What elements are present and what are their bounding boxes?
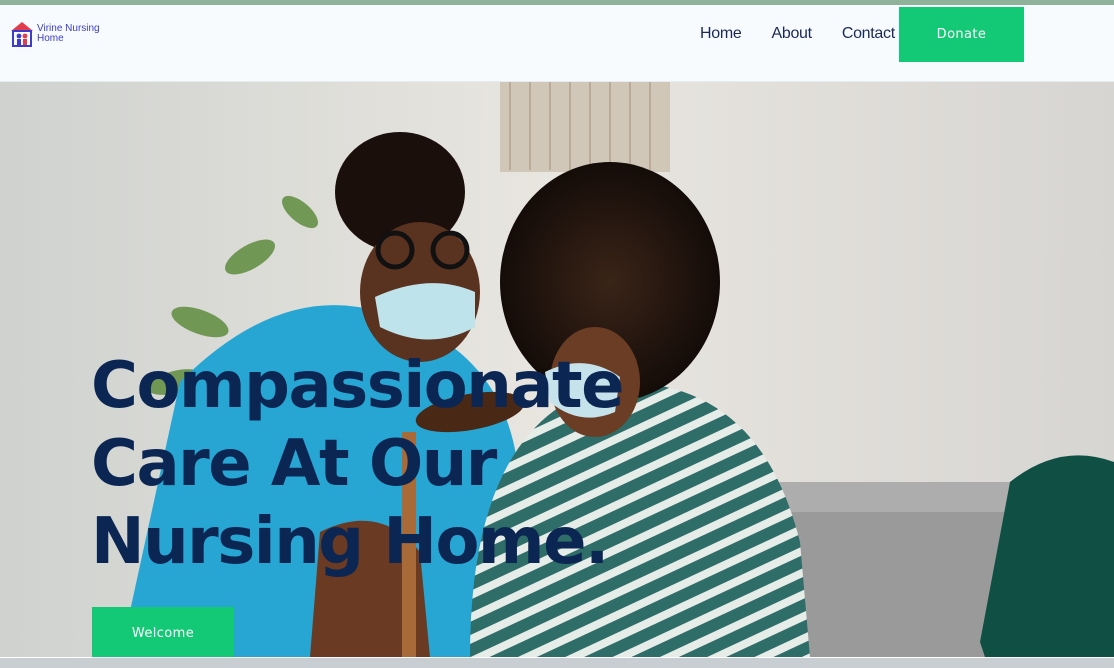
house-icon xyxy=(11,22,33,47)
logo-text: Virine Nursing Home xyxy=(37,23,100,44)
welcome-button[interactable]: Welcome xyxy=(92,607,234,657)
navbar: Virine Nursing Home Home About Contact D… xyxy=(0,5,1114,82)
nav-about-link[interactable]: About xyxy=(771,25,812,43)
donate-button[interactable]: Donate xyxy=(899,7,1024,62)
hero-title: Compassionate Care At Our Nursing Home. xyxy=(91,347,624,581)
nav-contact-link[interactable]: Contact xyxy=(842,25,895,43)
hero-title-line-3: Nursing Home. xyxy=(91,505,609,579)
site-logo[interactable]: Virine Nursing Home xyxy=(9,19,109,49)
primary-nav: Home About Contact xyxy=(700,25,925,43)
nav-home-link[interactable]: Home xyxy=(700,25,742,43)
hero-title-line-2: Care At Our xyxy=(91,427,497,501)
hero-section: Compassionate Care At Our Nursing Home. … xyxy=(0,82,1114,657)
hero-title-line-1: Compassionate xyxy=(91,349,624,423)
bottom-strip xyxy=(0,657,1114,668)
